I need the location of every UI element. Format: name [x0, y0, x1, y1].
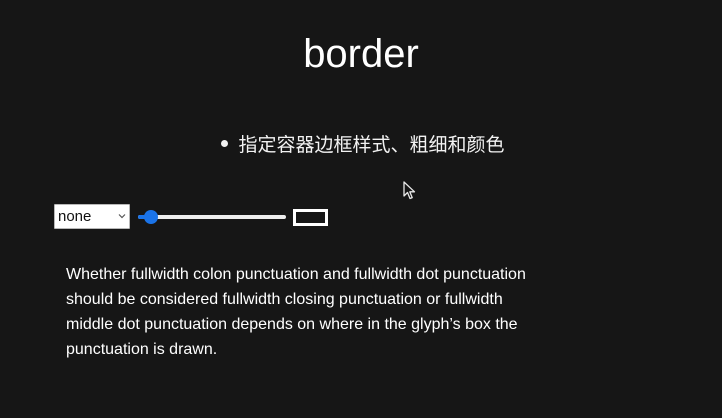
slider-thumb[interactable]	[144, 210, 158, 224]
description-paragraph: Whether fullwidth colon punctuation and …	[66, 262, 666, 362]
paragraph-line: punctuation is drawn.	[66, 341, 218, 358]
slide-title: border	[303, 32, 419, 76]
chevron-down-icon	[118, 214, 126, 219]
bullet-dot-icon	[221, 140, 229, 147]
mouse-pointer-icon	[403, 181, 416, 200]
border-style-select-value: none	[58, 208, 92, 225]
slider-track	[138, 215, 286, 219]
border-width-slider[interactable]	[138, 209, 286, 225]
border-style-select[interactable]: none	[54, 204, 130, 229]
bullet-text: 指定容器边框样式、粗细和颜色	[238, 134, 505, 156]
paragraph-line: middle dot punctuation depends on where …	[66, 316, 518, 333]
bullet-item: 指定容器边框样式、粗细和颜色	[0, 132, 722, 158]
border-preview-box	[293, 209, 328, 226]
paragraph-line: Whether fullwidth colon punctuation and …	[66, 266, 526, 283]
paragraph-line: should be considered fullwidth closing p…	[66, 291, 503, 308]
